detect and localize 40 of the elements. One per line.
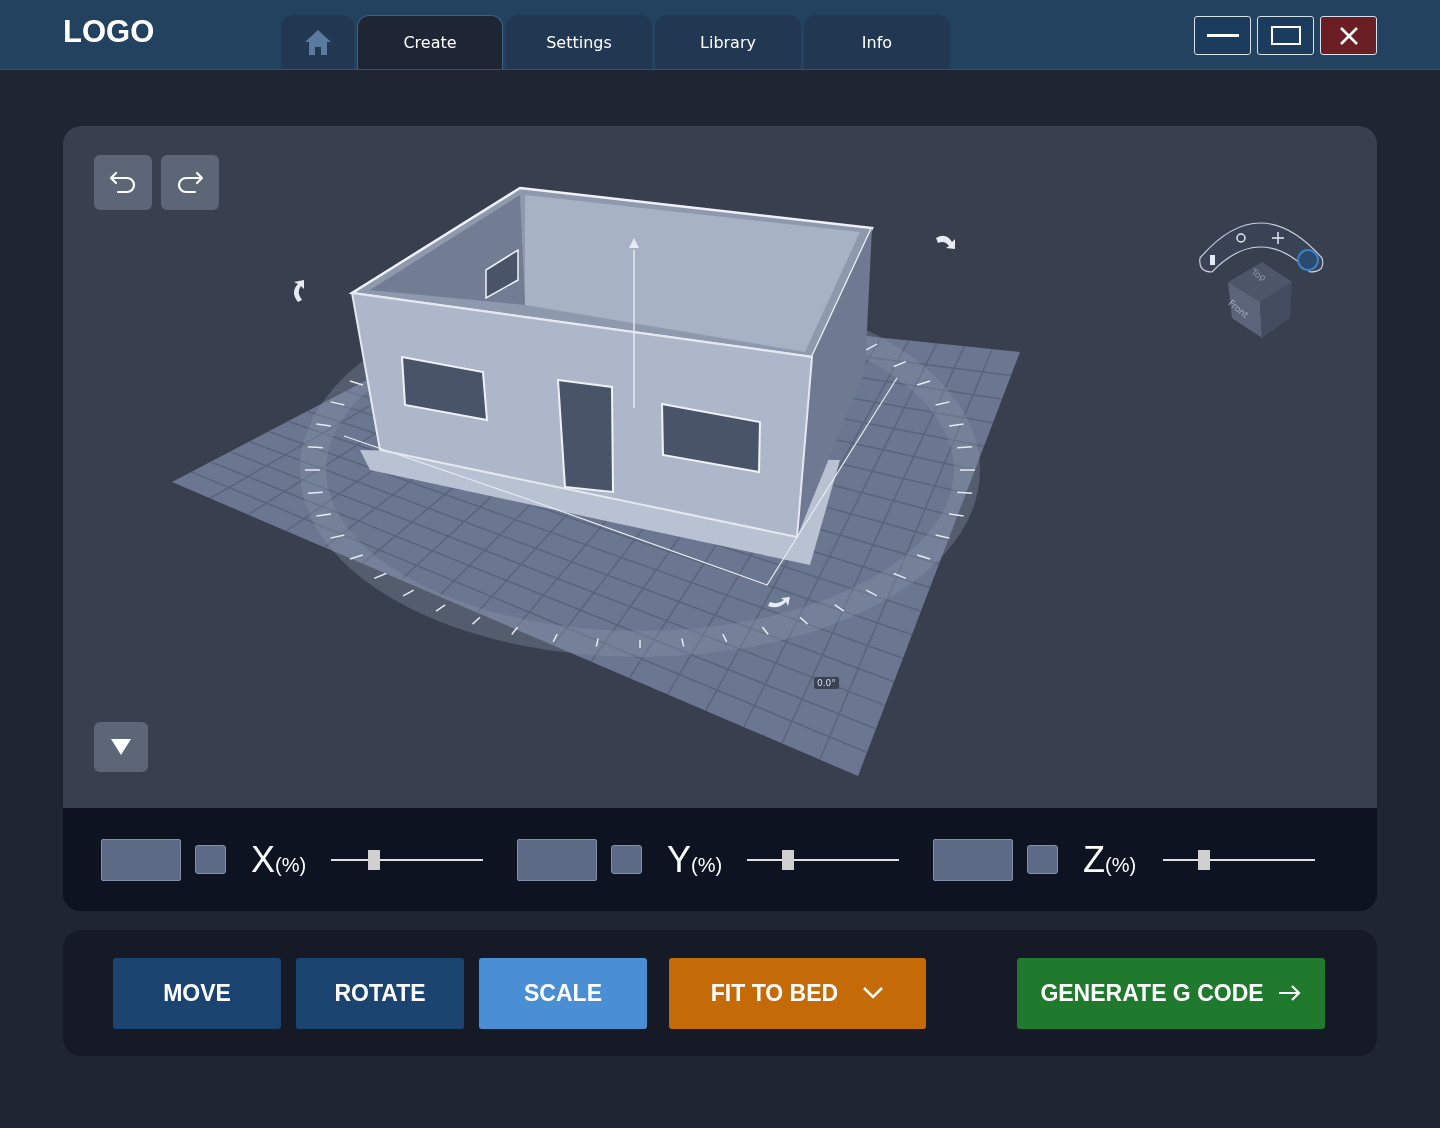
action-button[interactable]: MOVE	[113, 957, 281, 1029]
action-button[interactable]: FIT TO BED	[669, 957, 926, 1029]
close-icon	[1338, 25, 1359, 46]
cube-face-label: Top	[1249, 266, 1268, 284]
value-field[interactable]	[517, 838, 597, 881]
checkbox[interactable]	[195, 845, 226, 874]
slider-thumb[interactable]	[1198, 849, 1211, 870]
triangle-down-icon	[110, 738, 132, 756]
rotate-arrow-icon[interactable]	[768, 597, 790, 608]
minimize-button[interactable]	[1194, 16, 1251, 55]
close-button[interactable]	[1320, 16, 1377, 55]
chevron-down-icon	[862, 986, 885, 1000]
nav-tab[interactable]: Settings	[506, 15, 652, 69]
checkbox[interactable]	[1027, 845, 1058, 874]
redo-button[interactable]	[161, 155, 219, 210]
collapse-button[interactable]	[94, 722, 148, 772]
maximize-icon	[1270, 25, 1301, 46]
view-cube-drawing[interactable]	[1199, 222, 1324, 338]
action-button[interactable]: GENERATE G CODE	[1017, 957, 1325, 1029]
checkbox[interactable]	[611, 845, 642, 874]
slider-thumb[interactable]	[782, 849, 795, 870]
maximize-button[interactable]	[1257, 16, 1314, 55]
angle-label: 0.0°	[814, 677, 839, 689]
axis-label: Z(%)	[1083, 838, 1138, 881]
rotate-arrow-icon[interactable]	[936, 235, 955, 249]
nav-tab[interactable]: Library	[655, 15, 801, 69]
arrow-right-icon	[1277, 984, 1302, 1002]
nav-tab[interactable]: Info	[804, 15, 950, 69]
logo: LOGO	[63, 14, 155, 50]
axis-label: X(%)	[251, 838, 308, 881]
undo-button[interactable]	[94, 155, 152, 210]
nav-tab[interactable]: Create	[357, 15, 503, 69]
rotate-arrow-icon[interactable]	[294, 280, 304, 302]
axis-label: Y(%)	[667, 838, 724, 881]
minimize-icon	[1206, 33, 1239, 38]
value-field[interactable]	[101, 838, 181, 881]
value-field[interactable]	[933, 838, 1013, 881]
home-tab[interactable]	[281, 15, 354, 69]
action-button[interactable]: ROTATE	[296, 957, 464, 1029]
slider-thumb[interactable]	[367, 849, 380, 870]
